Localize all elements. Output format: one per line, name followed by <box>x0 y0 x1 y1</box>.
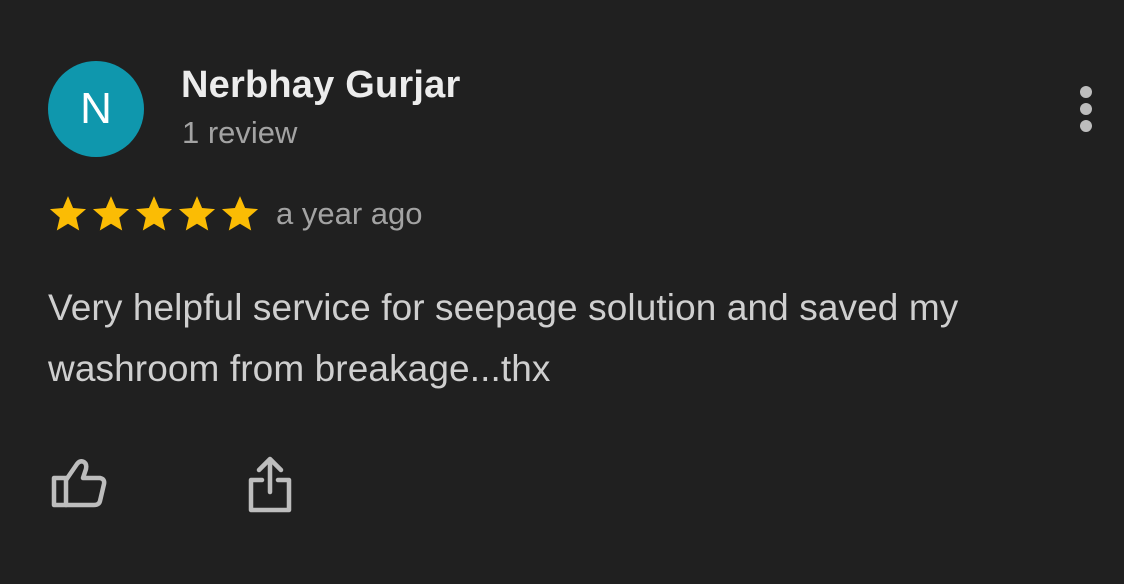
review-text: Very helpful service for seepage solutio… <box>48 287 959 389</box>
review-time: a year ago <box>276 196 423 231</box>
more-options-button[interactable] <box>1066 82 1106 138</box>
star-icon <box>219 193 261 235</box>
review-card: N Nerbhay Gurjar 1 review a year ago Ver… <box>0 0 1124 584</box>
avatar[interactable]: N <box>48 61 144 157</box>
review-count: 1 review <box>182 115 298 150</box>
share-button[interactable] <box>244 454 296 516</box>
share-icon <box>248 456 292 513</box>
star-icon <box>90 193 132 235</box>
more-vertical-icon <box>1080 86 1092 132</box>
thumbs-up-icon <box>51 459 107 508</box>
avatar-initial: N <box>80 84 112 133</box>
author-name[interactable]: Nerbhay Gurjar <box>181 64 460 107</box>
star-icon <box>176 193 218 235</box>
rating-row <box>47 191 261 237</box>
star-icon <box>133 193 175 235</box>
star-icon <box>47 193 89 235</box>
like-button[interactable] <box>48 454 110 514</box>
star-rating <box>47 193 261 235</box>
